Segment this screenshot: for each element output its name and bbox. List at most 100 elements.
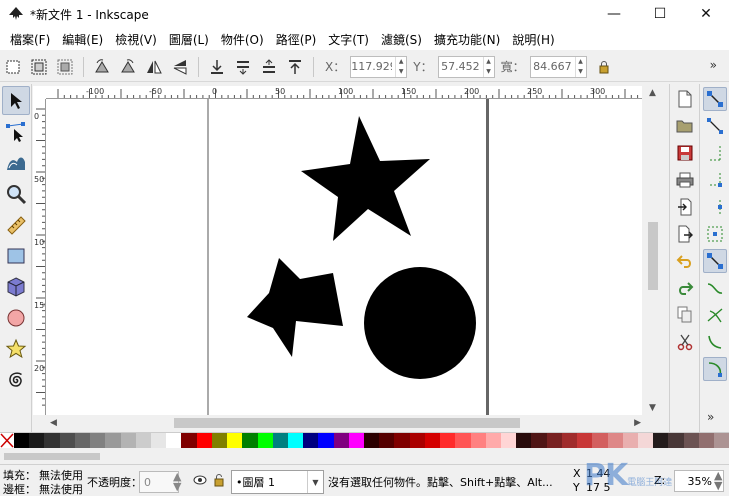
stroke-value[interactable]: 無法使用	[39, 481, 83, 496]
measure-tool-icon[interactable]	[2, 210, 30, 239]
color-swatch[interactable]	[227, 433, 243, 448]
vertical-scrollbar[interactable]: ▲ ▼	[645, 86, 661, 415]
snap-bbox-corner-icon[interactable]	[703, 168, 727, 192]
menu-file[interactable]: 檔案(F)	[4, 31, 56, 48]
x-input[interactable]	[351, 56, 396, 77]
color-swatch[interactable]	[577, 433, 593, 448]
zoom-spinbox[interactable]: 35% ▲ ▼	[674, 470, 724, 492]
node-tool-icon[interactable]	[2, 117, 30, 146]
menu-view[interactable]: 檢視(V)	[109, 31, 163, 48]
color-swatch[interactable]	[318, 433, 334, 448]
color-swatch[interactable]	[105, 433, 121, 448]
cut-icon[interactable]	[673, 330, 697, 354]
scroll-up-arrow[interactable]: ▲	[649, 88, 656, 98]
color-swatch[interactable]	[272, 433, 288, 448]
opacity-value[interactable]: 0	[140, 476, 169, 489]
maximize-button[interactable]: ☐	[637, 0, 683, 28]
deselect-icon[interactable]	[54, 56, 76, 78]
color-swatch[interactable]	[698, 433, 715, 448]
snap-bbox-edge-icon[interactable]	[703, 141, 727, 165]
raise-icon[interactable]	[258, 56, 280, 78]
rotate-ccw-icon[interactable]	[91, 56, 113, 78]
x-spin-arrows[interactable]: ▲ ▼	[395, 56, 406, 77]
y-spin-arrows[interactable]: ▲ ▼	[482, 56, 494, 77]
select-all-icon[interactable]	[2, 56, 24, 78]
color-swatch[interactable]	[120, 433, 136, 448]
select-all-layers-icon[interactable]	[28, 56, 50, 78]
3d-box-tool-icon[interactable]	[2, 272, 30, 301]
minimize-button[interactable]: —	[591, 0, 637, 28]
snap-cusp-icon[interactable]	[703, 330, 727, 354]
large-star-shape[interactable]	[301, 116, 430, 241]
horizontal-ruler[interactable]: -100 -50 0 50 100 150 200 250 300	[46, 86, 642, 99]
snap-bbox-center-icon[interactable]	[703, 222, 727, 246]
y-input[interactable]	[438, 56, 483, 77]
zoom-tool-icon[interactable]	[2, 179, 30, 208]
selector-tool-icon[interactable]	[2, 86, 30, 115]
color-swatch[interactable]	[135, 433, 151, 448]
color-swatch[interactable]	[59, 433, 75, 448]
layer-visibility-icon[interactable]	[193, 474, 207, 489]
flip-horizontal-icon[interactable]	[143, 56, 165, 78]
color-swatch[interactable]	[257, 433, 273, 448]
snap-bbox-midpoint-icon[interactable]	[703, 195, 727, 219]
scroll-down-arrow[interactable]: ▼	[649, 403, 656, 413]
color-swatch[interactable]	[546, 433, 562, 448]
no-paint-swatch[interactable]	[0, 433, 14, 448]
color-swatch[interactable]	[242, 433, 258, 448]
menu-filters[interactable]: 濾鏡(S)	[375, 31, 428, 48]
color-swatch[interactable]	[637, 433, 654, 448]
color-swatch[interactable]	[561, 433, 578, 448]
menu-extensions[interactable]: 擴充功能(N)	[428, 31, 506, 48]
lower-icon[interactable]	[232, 56, 254, 78]
snap-overflow-button[interactable]: »	[707, 410, 714, 424]
rectangle-tool-icon[interactable]	[2, 241, 30, 270]
spiral-tool-icon[interactable]	[2, 365, 30, 394]
snap-path-intersection-icon[interactable]	[703, 303, 727, 327]
vertical-ruler[interactable]: 0 50 100 150 200	[33, 99, 46, 415]
color-swatch[interactable]	[287, 433, 304, 448]
color-swatch[interactable]	[607, 433, 623, 448]
undo-icon[interactable]	[673, 249, 697, 273]
color-swatch[interactable]	[29, 433, 45, 448]
color-swatch[interactable]	[592, 433, 608, 448]
ellipse-tool-icon[interactable]	[2, 303, 30, 332]
vertical-scroll-thumb[interactable]	[648, 222, 658, 290]
x-spinbox[interactable]: ▲▼	[350, 55, 408, 78]
menu-help[interactable]: 說明(H)	[506, 31, 560, 48]
star-tool-icon[interactable]	[2, 334, 30, 363]
color-swatch[interactable]	[653, 433, 669, 448]
snap-enable-icon[interactable]	[702, 87, 727, 111]
redo-icon[interactable]	[673, 276, 697, 300]
small-star-shape[interactable]	[247, 258, 343, 357]
palette-scroll-thumb[interactable]	[4, 453, 100, 460]
color-swatch[interactable]	[44, 433, 60, 448]
close-button[interactable]: ✕	[683, 0, 729, 28]
color-swatch[interactable]	[181, 433, 197, 448]
color-swatch[interactable]	[409, 433, 425, 448]
flip-vertical-icon[interactable]	[169, 56, 191, 78]
color-swatch[interactable]	[455, 433, 471, 448]
lock-icon[interactable]	[593, 56, 615, 78]
save-icon[interactable]	[673, 141, 697, 165]
circle-shape[interactable]	[364, 267, 476, 379]
print-icon[interactable]	[673, 168, 697, 192]
color-swatch[interactable]	[516, 433, 532, 448]
menu-layer[interactable]: 圖層(L)	[163, 31, 215, 48]
snap-smooth-icon[interactable]	[702, 357, 727, 381]
toolbar-overflow-button[interactable]: »	[710, 58, 717, 72]
color-swatch[interactable]	[394, 433, 410, 448]
color-swatch[interactable]	[211, 433, 228, 448]
menu-edit[interactable]: 編輯(E)	[56, 31, 109, 48]
color-swatch[interactable]	[90, 433, 106, 448]
menu-path[interactable]: 路徑(P)	[270, 31, 323, 48]
tweak-tool-icon[interactable]	[2, 148, 30, 177]
scroll-right-arrow[interactable]: ▶	[634, 418, 641, 428]
drawing-canvas[interactable]	[46, 99, 642, 415]
color-swatch[interactable]	[303, 433, 319, 448]
horizontal-scrollbar[interactable]: ◀ ▶	[46, 415, 645, 431]
color-swatch[interactable]	[14, 433, 30, 448]
color-swatch[interactable]	[150, 433, 167, 448]
width-spinbox[interactable]: ▲▼	[529, 55, 587, 78]
color-swatch[interactable]	[166, 433, 182, 448]
